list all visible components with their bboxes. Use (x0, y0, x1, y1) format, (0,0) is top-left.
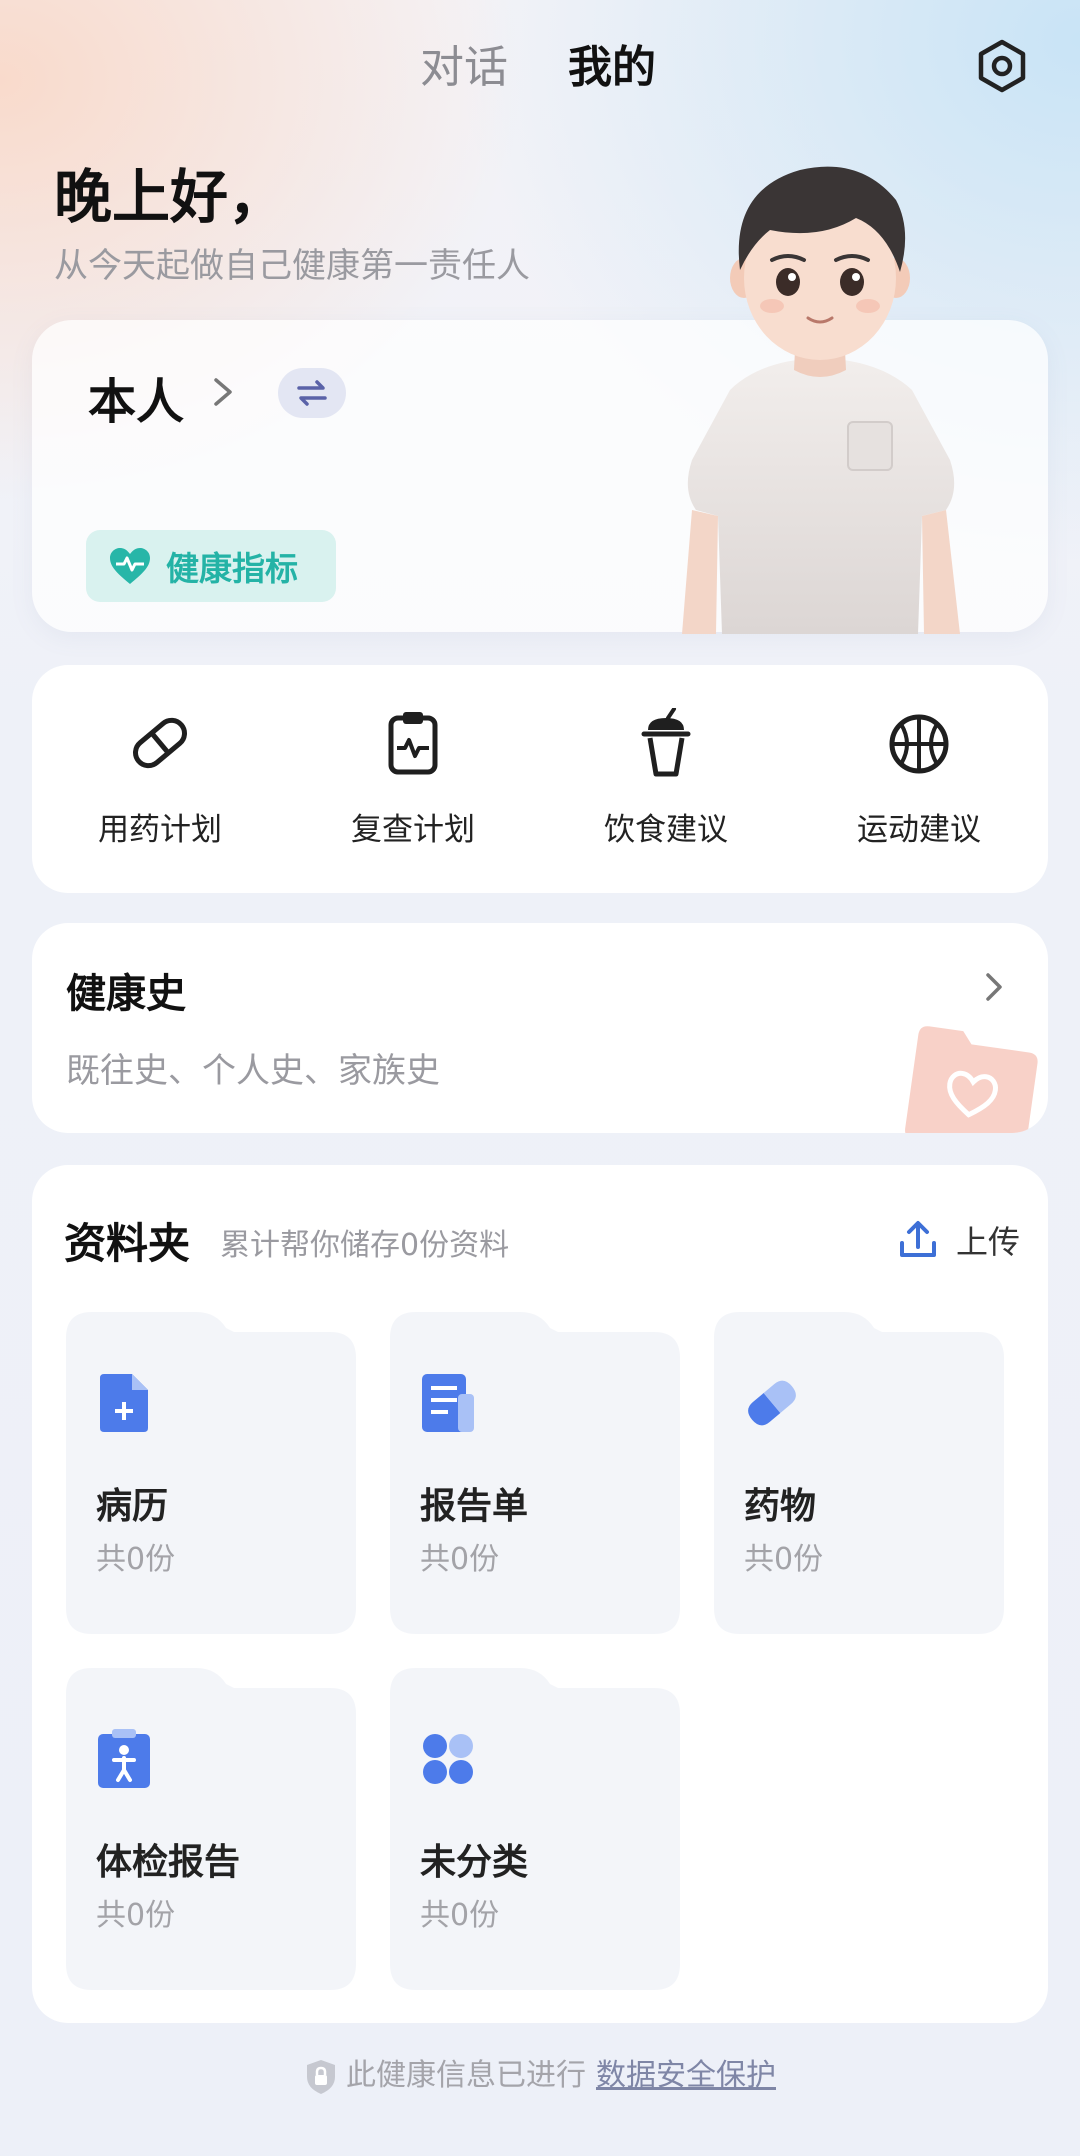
heart-pulse-icon (110, 548, 150, 584)
quick-action-medication-plan[interactable]: 用药计划 (60, 700, 260, 860)
quick-action-label: 饮食建议 (604, 812, 728, 848)
folder-count: 共0份 (96, 1898, 176, 1933)
folder-background (390, 1312, 680, 1634)
folder-name: 报告单 (420, 1486, 529, 1527)
drink-cup-icon (641, 708, 691, 777)
quick-action-exercise-advice[interactable]: 运动建议 (819, 700, 1019, 860)
profile-name[interactable]: 本人 (88, 362, 184, 432)
folder-background (390, 1668, 680, 1990)
clipboard-pulse-icon (388, 712, 438, 775)
quick-action-diet-advice[interactable]: 饮食建议 (566, 700, 766, 860)
footer-text: 此健康信息已进行 (346, 2058, 586, 2093)
folder-section-title: 资料夹 (64, 1219, 191, 1268)
health-history-description: 既往史、个人史、家族史 (66, 1051, 440, 1091)
folder-medicines[interactable]: 药物 共0份 (714, 1312, 1004, 1634)
folder-report-sheets[interactable]: 报告单 共0份 (390, 1312, 680, 1634)
greeting-title: 晚上好， (54, 163, 287, 231)
upload-icon (900, 1221, 936, 1257)
switch-profile-button[interactable] (278, 368, 346, 418)
shield-lock-icon (307, 2059, 335, 2094)
folder-background (714, 1312, 1004, 1634)
chevron-right-icon (986, 973, 1002, 1001)
chevron-right-icon[interactable] (208, 372, 238, 412)
report-icon (422, 1374, 474, 1432)
folder-name: 体检报告 (96, 1842, 241, 1883)
folder-checkup-reports[interactable]: 体检报告 共0份 (66, 1668, 356, 1990)
tab-mine[interactable]: 我的 (568, 38, 656, 98)
health-indicator-label: 健康指标 (166, 549, 298, 588)
folder-count: 共0份 (744, 1542, 824, 1577)
folder-name: 病历 (96, 1486, 169, 1527)
quick-action-label: 复查计划 (351, 812, 475, 848)
quick-action-recheck-plan[interactable]: 复查计划 (313, 700, 513, 860)
greeting-subtitle: 从今天起做自己健康第一责任人 (54, 246, 530, 286)
capsule-icon (748, 1380, 796, 1426)
folder-name: 药物 (744, 1486, 817, 1527)
folder-storage-count: 累计帮你储存0份资料 (220, 1228, 510, 1263)
folder-medical-records[interactable]: 病历 共0份 (66, 1312, 356, 1634)
avatar-illustration (682, 166, 960, 634)
data-security-link[interactable]: 数据安全保护 (596, 2058, 776, 2093)
folder-background (66, 1668, 356, 1990)
grid-icon (423, 1734, 473, 1784)
quick-action-label: 用药计划 (98, 812, 222, 848)
quick-action-label: 运动建议 (857, 812, 981, 848)
health-history-title: 健康史 (66, 971, 186, 1017)
medical-record-icon (100, 1374, 148, 1432)
top-tab-bar: 对话 我的 (0, 38, 1080, 98)
health-indicator-button[interactable]: 健康指标 (86, 530, 336, 602)
pill-icon (133, 717, 187, 769)
tab-chat[interactable]: 对话 (420, 38, 508, 98)
swap-arrows-icon (297, 380, 327, 406)
folder-count: 共0份 (420, 1542, 500, 1577)
upload-label: 上传 (956, 1223, 1021, 1261)
folder-background (66, 1312, 356, 1634)
health-history-card[interactable]: 健康史 既往史、个人史、家族史 (32, 923, 1048, 1133)
folder-count: 共0份 (96, 1542, 176, 1577)
heart-folder-icon (905, 1026, 1038, 1133)
security-footer: 此健康信息已进行 数据安全保护 (0, 2050, 1080, 2096)
upload-button[interactable]: 上传 (896, 1210, 1020, 1270)
folder-name: 未分类 (420, 1842, 529, 1883)
folder-uncategorized[interactable]: 未分类 共0份 (390, 1668, 680, 1990)
folder-count: 共0份 (420, 1898, 500, 1933)
settings-hexagon-icon[interactable] (972, 36, 1032, 96)
checkup-icon (98, 1729, 150, 1788)
basketball-icon (889, 714, 949, 774)
